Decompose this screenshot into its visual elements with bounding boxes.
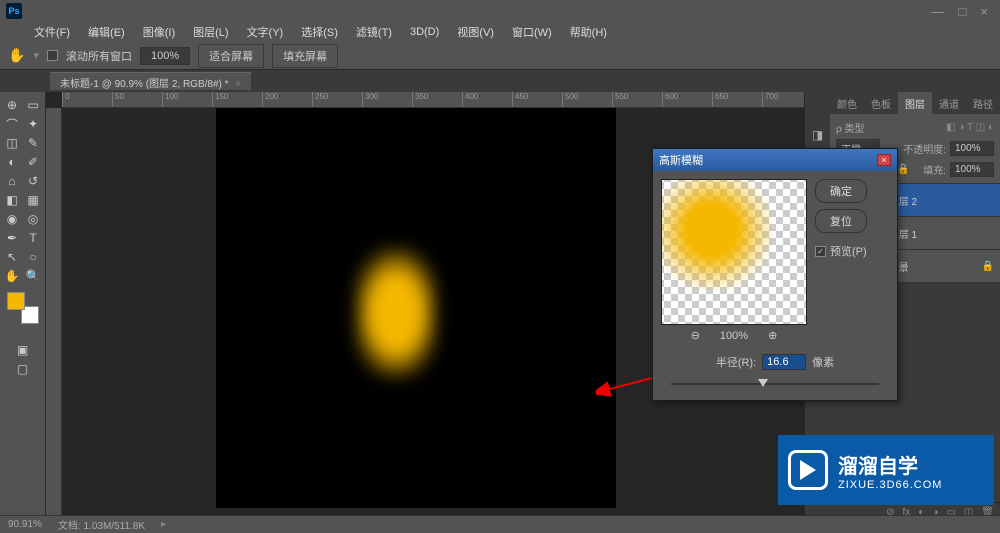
- maximize-icon[interactable]: □: [959, 4, 967, 19]
- menu-select[interactable]: 选择(S): [297, 22, 342, 42]
- move-tool-icon[interactable]: ⊕: [2, 96, 22, 114]
- radius-input[interactable]: [762, 354, 806, 370]
- screenmode-icon[interactable]: ▢: [13, 360, 33, 378]
- menu-edit[interactable]: 编辑(E): [84, 22, 129, 42]
- gradient-tool-icon[interactable]: ▦: [23, 191, 43, 209]
- watermark-title: 溜溜自学: [838, 450, 942, 479]
- preview-label: 预览(P): [830, 243, 867, 259]
- close-icon[interactable]: ×: [980, 4, 988, 19]
- lasso-tool-icon[interactable]: ⌒: [2, 115, 22, 133]
- history-brush-icon[interactable]: ↺: [23, 172, 43, 190]
- fill-screen-button[interactable]: 填充屏幕: [272, 44, 338, 68]
- menu-window[interactable]: 窗口(W): [508, 22, 556, 42]
- fill-label: 填充:: [923, 162, 946, 177]
- toolbox: ⊕▭ ⌒✦ ◫✎ ◐✐ ⌂↺ ◧▦ ◉◎ ✒T ↖○ ✋🔍 ▣ ▢: [0, 92, 46, 522]
- wand-tool-icon[interactable]: ✦: [23, 115, 43, 133]
- marquee-tool-icon[interactable]: ▭: [23, 96, 43, 114]
- watermark-url: ZIXUE.3D66.COM: [838, 479, 942, 491]
- watermark: 溜溜自学 ZIXUE.3D66.COM: [778, 435, 994, 505]
- ruler-horizontal: 0501001502002503003504004505005506006507…: [62, 92, 804, 108]
- scroll-all-checkbox[interactable]: [47, 50, 58, 61]
- ruler-vertical: [46, 108, 62, 522]
- eraser-tool-icon[interactable]: ◧: [2, 191, 22, 209]
- app-logo: Ps: [6, 3, 22, 19]
- menu-help[interactable]: 帮助(H): [566, 22, 611, 42]
- status-zoom[interactable]: 90.91%: [8, 519, 42, 530]
- minimize-icon[interactable]: —: [932, 4, 945, 19]
- color-swatches[interactable]: [7, 292, 39, 324]
- menu-type[interactable]: 文字(Y): [243, 22, 288, 42]
- blur-preview[interactable]: [661, 179, 807, 325]
- radius-label: 半径(R):: [716, 354, 756, 370]
- crop-tool-icon[interactable]: ◫: [2, 134, 22, 152]
- gaussian-blur-dialog: 高斯模糊 × ⊖ 100% ⊕ 确定 复位 ✓ 预览(P) 半径(R): 像素: [652, 148, 898, 401]
- fg-color-swatch[interactable]: [7, 292, 25, 310]
- menu-bar: 文件(F) 编辑(E) 图像(I) 图层(L) 文字(Y) 选择(S) 滤镜(T…: [0, 22, 1000, 42]
- brush-tool-icon[interactable]: ✐: [23, 153, 43, 171]
- menu-image[interactable]: 图像(I): [139, 22, 179, 42]
- zoom-in-icon[interactable]: ⊕: [768, 329, 777, 342]
- heal-tool-icon[interactable]: ◐: [2, 153, 22, 171]
- dialog-title: 高斯模糊: [659, 152, 703, 168]
- menu-file[interactable]: 文件(F): [30, 22, 74, 42]
- menu-layer[interactable]: 图层(L): [189, 22, 232, 42]
- kind-filter-label: ρ 类型: [836, 120, 864, 135]
- type-tool-icon[interactable]: T: [23, 229, 43, 247]
- quickmask-icon[interactable]: ▣: [13, 341, 33, 359]
- play-icon: [788, 450, 828, 490]
- opacity-label: 不透明度:: [903, 141, 946, 156]
- hand-tool-icon[interactable]: ✋: [8, 47, 25, 64]
- menu-filter[interactable]: 滤镜(T): [352, 22, 396, 42]
- document-canvas[interactable]: [216, 108, 616, 508]
- preview-checkbox[interactable]: ✓: [815, 246, 826, 257]
- stamp-tool-icon[interactable]: ⌂: [2, 172, 22, 190]
- menu-view[interactable]: 视图(V): [453, 22, 498, 42]
- dodge-tool-icon[interactable]: ◎: [23, 210, 43, 228]
- ok-button[interactable]: 确定: [815, 179, 867, 203]
- options-bar: ✋ ▾ 滚动所有窗口 100% 适合屏幕 填充屏幕: [0, 42, 1000, 70]
- document-tab[interactable]: 未标题-1 @ 90.9% (图层 2, RGB/8#) * ×: [50, 72, 251, 90]
- eyedropper-tool-icon[interactable]: ✎: [23, 134, 43, 152]
- opacity-input[interactable]: 100%: [950, 141, 994, 156]
- tab-swatch[interactable]: 色板: [864, 92, 898, 114]
- status-bar: 90.91% 文档: 1.03M/511.8K ▸: [0, 515, 1000, 533]
- tab-channels[interactable]: 通道: [932, 92, 966, 114]
- preview-zoom: 100%: [720, 330, 748, 342]
- radius-slider[interactable]: [671, 378, 879, 390]
- history-panel-icon[interactable]: ◨: [812, 128, 823, 142]
- dialog-close-button[interactable]: ×: [877, 154, 891, 166]
- zoom-out-icon[interactable]: ⊖: [691, 329, 700, 342]
- zoom-tool-icon[interactable]: 🔍: [23, 267, 43, 285]
- scroll-all-label: 滚动所有窗口: [66, 48, 132, 64]
- menu-3d[interactable]: 3D(D): [406, 24, 443, 40]
- radius-unit: 像素: [812, 354, 834, 370]
- tab-layers[interactable]: 图层: [898, 92, 932, 114]
- zoom-field[interactable]: 100%: [140, 47, 190, 65]
- blur-tool-icon[interactable]: ◉: [2, 210, 22, 228]
- tab-color[interactable]: 颜色: [830, 92, 864, 114]
- shape-tool-icon[interactable]: ○: [23, 248, 43, 266]
- tab-paths[interactable]: 路径: [966, 92, 1000, 114]
- reset-button[interactable]: 复位: [815, 209, 867, 233]
- blurred-shape: [356, 248, 436, 378]
- status-doc: 文档: 1.03M/511.8K: [58, 517, 145, 532]
- pen-tool-icon[interactable]: ✒: [2, 229, 22, 247]
- fit-screen-button[interactable]: 适合屏幕: [198, 44, 264, 68]
- hand-tool-icon2[interactable]: ✋: [2, 267, 22, 285]
- lock-icon: 🔒: [982, 261, 994, 272]
- fill-input[interactable]: 100%: [950, 162, 994, 177]
- path-tool-icon[interactable]: ↖: [2, 248, 22, 266]
